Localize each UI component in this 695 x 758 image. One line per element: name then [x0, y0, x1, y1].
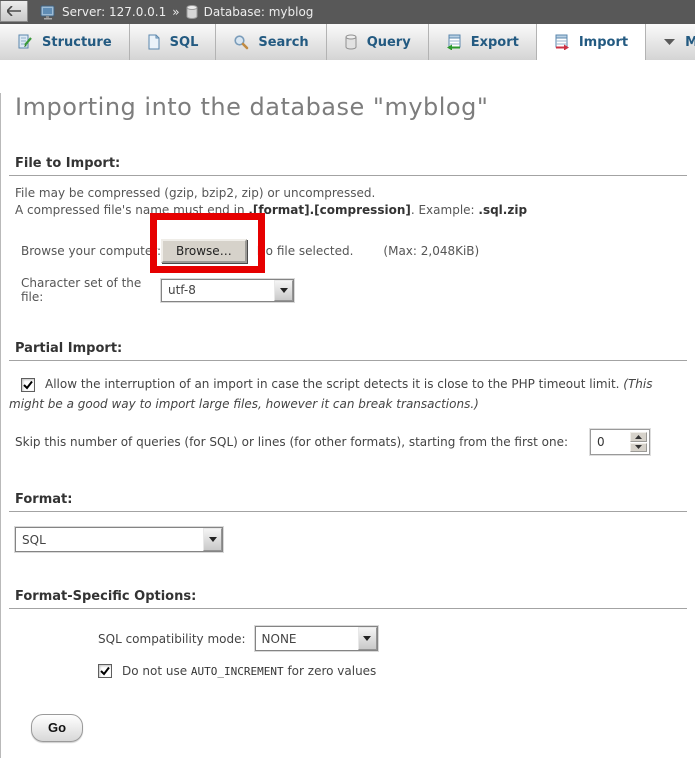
spinner-up-button[interactable] [630, 432, 647, 442]
dropdown-arrow-icon[interactable] [358, 627, 377, 650]
autoinc-text-tail: for zero values [284, 664, 377, 678]
charset-selected-value: utf-8 [162, 280, 274, 301]
spinner-up-icon [635, 435, 642, 439]
breadcrumb-database[interactable]: Database: myblog [204, 5, 314, 19]
import-icon [554, 34, 570, 50]
breadcrumb-bar: Server: 127.0.0.1 » Database: myblog [0, 0, 695, 24]
sql-compatibility-row: SQL compatibility mode: NONE [98, 626, 695, 651]
export-icon [446, 34, 462, 50]
sql-compatibility-select[interactable]: NONE [255, 626, 378, 651]
charset-label: Character set of the file: [21, 276, 161, 304]
browse-label: Browse your computer: [21, 244, 161, 258]
tab-bar: Structure SQL Search Query [0, 24, 695, 60]
tab-query-label: Query [367, 35, 411, 50]
format-selected-value: SQL [16, 528, 203, 551]
spinner-down-icon [635, 445, 642, 449]
tab-structure[interactable]: Structure [0, 24, 130, 60]
file-import-description: File may be compressed (gzip, bzip2, zip… [15, 185, 681, 219]
allow-interruption-row: Allow the interruption of an import in c… [9, 374, 685, 414]
breadcrumb-separator: » [172, 5, 179, 19]
format-specific-heading: Format-Specific Options: [9, 589, 687, 609]
format-select[interactable]: SQL [15, 527, 223, 552]
database-icon [186, 5, 198, 19]
skip-queries-spinner[interactable]: 0 [590, 429, 650, 455]
name-rule-example-label: . Example: [411, 203, 479, 217]
tab-export[interactable]: Export [429, 24, 537, 60]
tab-search[interactable]: Search [216, 24, 326, 60]
page-title: Importing into the database "myblog" [15, 93, 695, 121]
autoincrement-row: Do not use AUTO_INCREMENT for zero value… [98, 664, 695, 678]
skip-queries-label: Skip this number of queries (for SQL) or… [15, 435, 568, 449]
autoinc-keyword: AUTO_INCREMENT [191, 665, 284, 678]
charset-select[interactable]: utf-8 [161, 279, 294, 302]
name-rule-format: .[format].[compression] [248, 203, 410, 217]
tab-sql-label: SQL [170, 35, 199, 50]
tab-more-label: More [685, 35, 695, 50]
browse-row: Browse your computer: Browse… No file se… [21, 239, 695, 263]
autoinc-text-lead: Do not use [122, 664, 191, 678]
main-content: Importing into the database "myblog" Fil… [0, 93, 695, 758]
skip-queries-value[interactable]: 0 [593, 432, 630, 452]
back-arrow-icon [7, 6, 21, 16]
checkmark-icon [23, 380, 33, 390]
chevron-down-icon [663, 38, 676, 46]
format-heading: Format: [9, 492, 687, 512]
name-rule-example: .sql.zip [478, 203, 527, 217]
dropdown-arrow-icon[interactable] [203, 528, 222, 551]
go-button[interactable]: Go [31, 714, 83, 742]
allow-interruption-checkbox[interactable] [21, 378, 35, 392]
server-icon [40, 5, 56, 20]
charset-row: Character set of the file: utf-8 [21, 276, 695, 304]
tab-query[interactable]: Query [327, 24, 429, 60]
tab-sql[interactable]: SQL [130, 24, 217, 60]
tab-export-label: Export [471, 35, 519, 50]
tab-search-label: Search [258, 35, 308, 50]
tab-import[interactable]: Import [536, 24, 646, 60]
breadcrumb-server[interactable]: Server: 127.0.0.1 [62, 5, 166, 19]
tab-import-label: Import [579, 35, 628, 50]
structure-icon [17, 34, 33, 50]
tab-structure-label: Structure [42, 35, 112, 50]
no-file-selected-text: No file selected. [257, 244, 354, 258]
name-rule-text: A compressed file's name must end in [15, 203, 248, 217]
autoincrement-text: Do not use AUTO_INCREMENT for zero value… [122, 664, 376, 678]
compress-info-line: File may be compressed (gzip, bzip2, zip… [15, 186, 375, 200]
search-icon [233, 34, 249, 50]
allow-interruption-text: Allow the interruption of an import in c… [45, 377, 623, 391]
breadcrumb: Server: 127.0.0.1 » Database: myblog [40, 5, 313, 20]
autoincrement-checkbox[interactable] [98, 664, 112, 678]
checkmark-icon [100, 666, 110, 676]
sql-icon [147, 34, 161, 50]
spinner-down-button[interactable] [630, 443, 647, 453]
sql-compatibility-value: NONE [256, 627, 358, 650]
file-to-import-heading: File to Import: [9, 156, 687, 176]
partial-import-heading: Partial Import: [9, 341, 687, 361]
tab-more[interactable]: More [646, 24, 695, 60]
back-button[interactable] [0, 1, 28, 22]
skip-queries-row: Skip this number of queries (for SQL) or… [15, 429, 695, 455]
query-icon [344, 34, 358, 50]
max-upload-size: (Max: 2,048KiB) [383, 244, 479, 258]
dropdown-arrow-icon[interactable] [274, 280, 293, 301]
browse-button[interactable]: Browse… [161, 239, 247, 263]
sql-compatibility-label: SQL compatibility mode: [98, 632, 246, 646]
